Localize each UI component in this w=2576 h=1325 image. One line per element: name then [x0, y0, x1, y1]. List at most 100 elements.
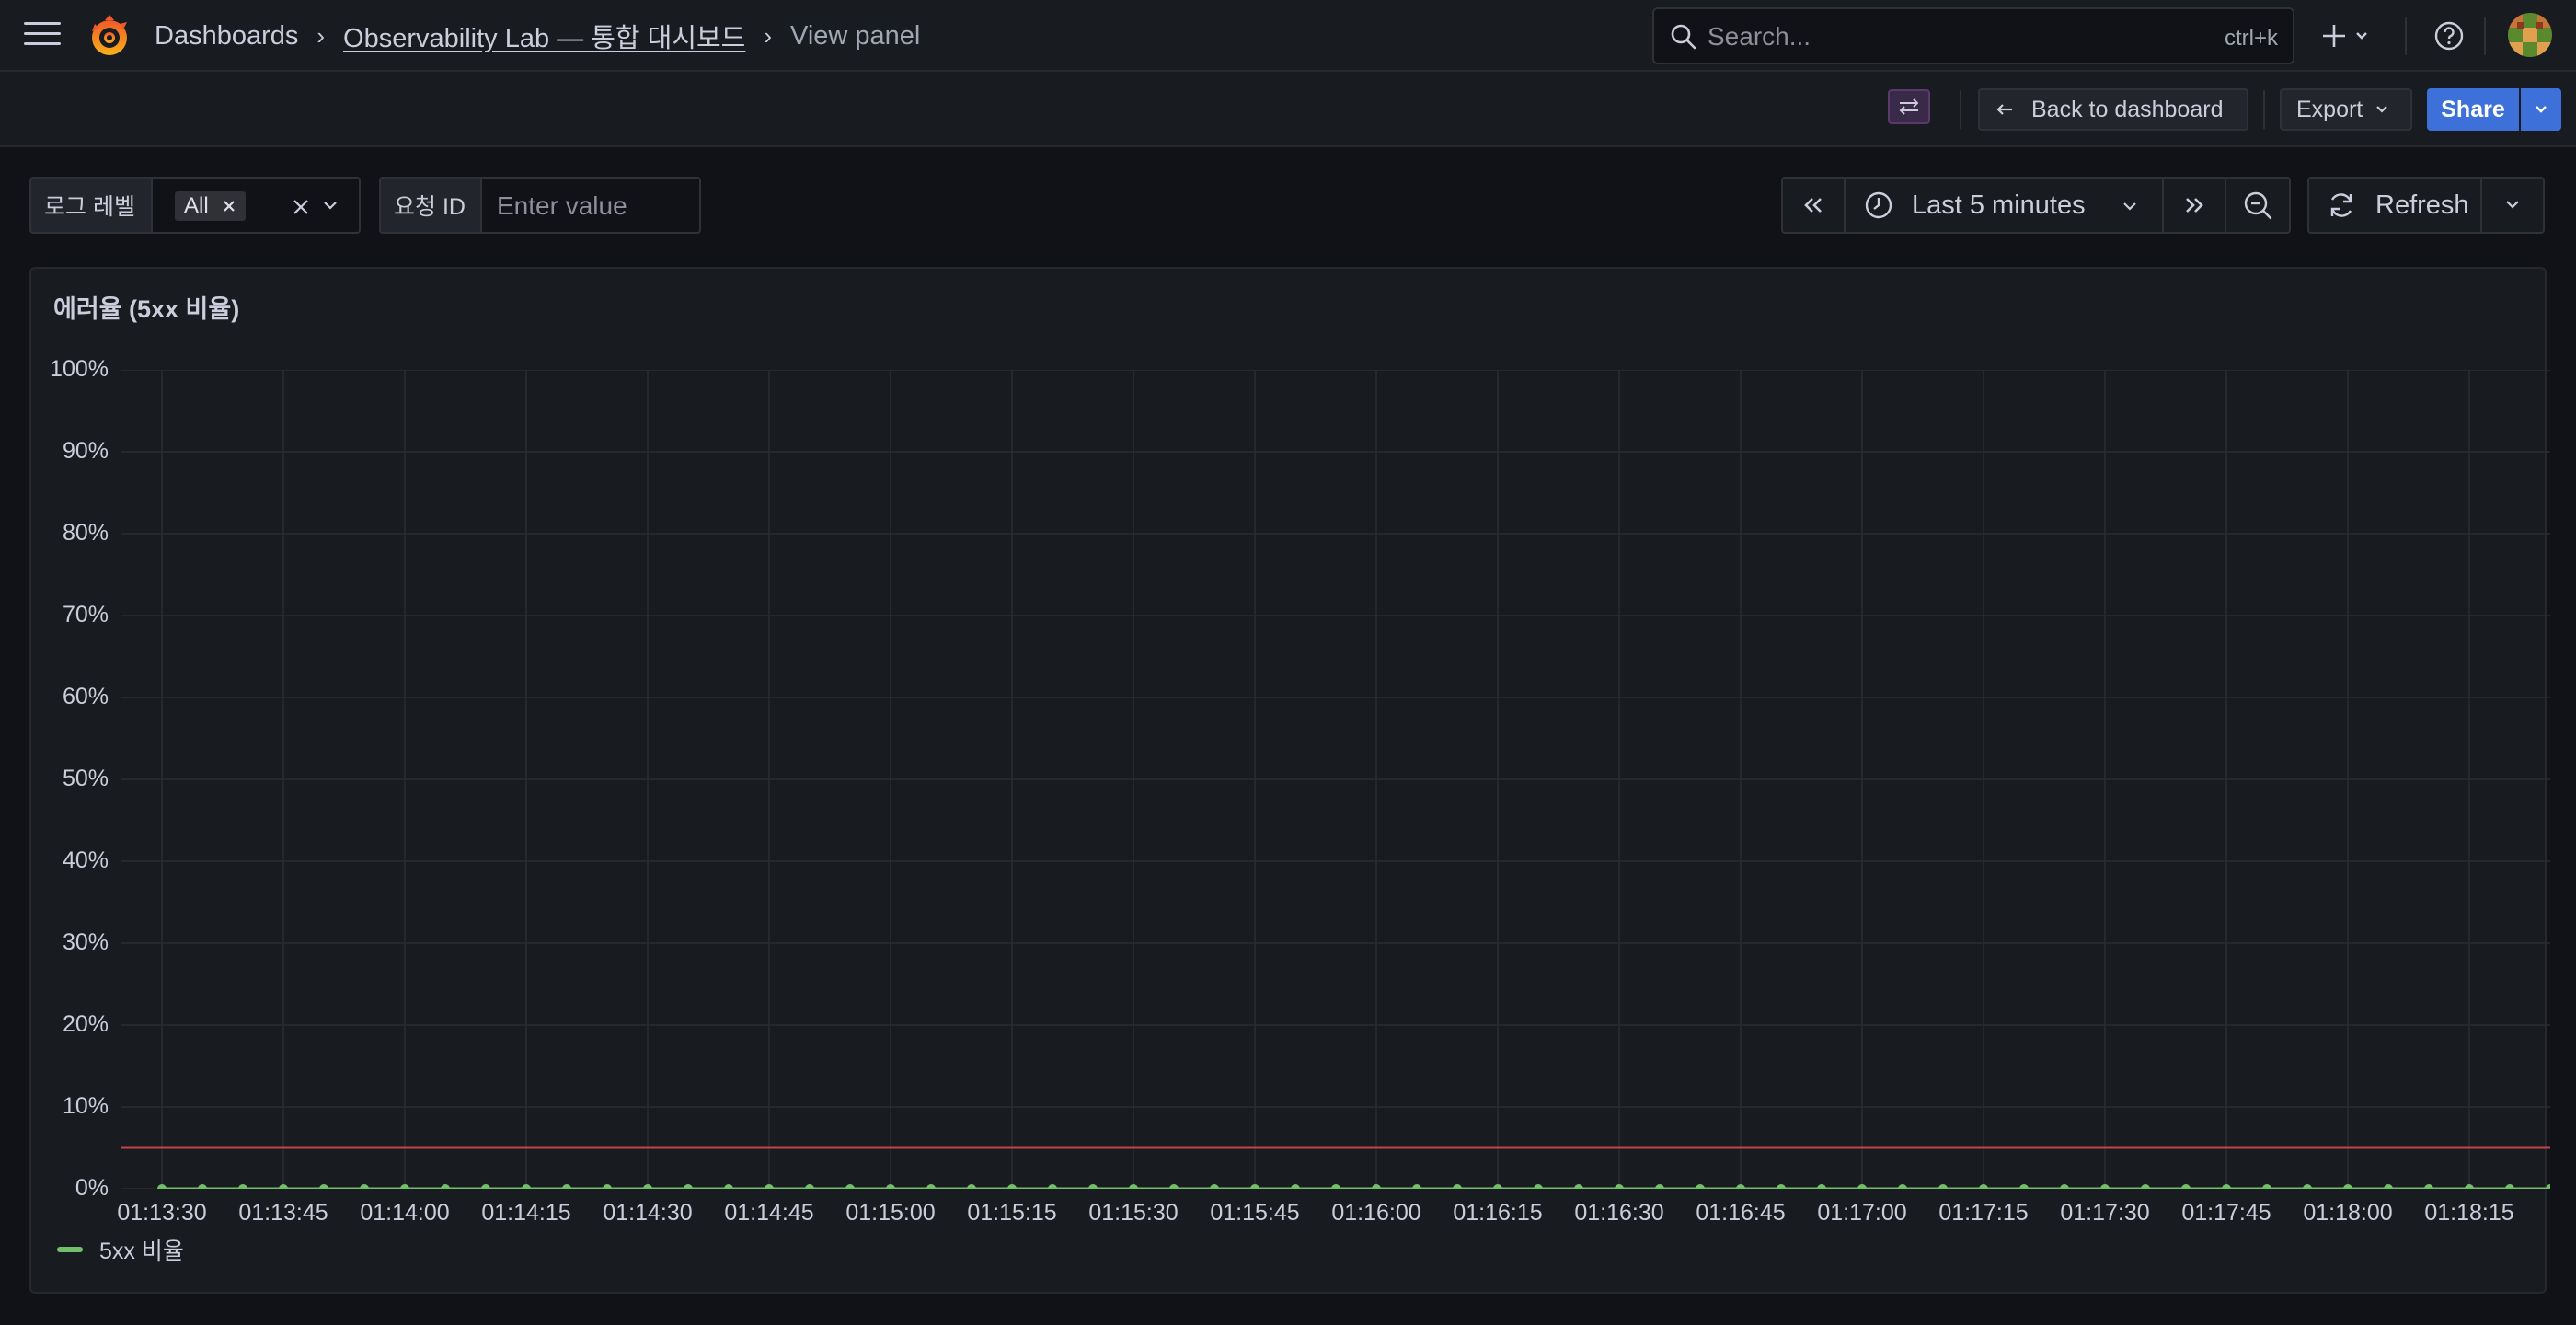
x-tick-label: 01:18:00 — [2303, 1200, 2393, 1226]
chevron-down-icon — [2506, 201, 2519, 209]
x-tick-label: 01:15:45 — [1210, 1200, 1300, 1226]
data-point — [1736, 1184, 1745, 1189]
data-point — [1979, 1184, 1988, 1189]
x-tick-label: 01:15:30 — [1088, 1200, 1179, 1226]
data-point — [2465, 1184, 2474, 1189]
menu-icon[interactable] — [24, 22, 61, 50]
data-point — [2060, 1184, 2069, 1189]
chevron-down-icon — [2123, 202, 2136, 211]
data-point — [1048, 1184, 1057, 1189]
data-point — [319, 1184, 328, 1189]
double-chevron-left-icon — [1804, 198, 1822, 213]
x-tick-label: 01:14:45 — [724, 1200, 814, 1226]
data-point — [1088, 1184, 1098, 1189]
data-point — [400, 1184, 409, 1189]
y-tick-label: 90% — [62, 438, 109, 464]
time-range-label: Last 5 minutes — [1912, 190, 2086, 220]
help-icon[interactable] — [2433, 20, 2465, 52]
data-point — [886, 1184, 895, 1189]
x-tick-label: 01:16:00 — [1331, 1200, 1421, 1226]
request-id-variable-label: 요청 ID — [379, 177, 482, 234]
time-shift-back-button[interactable] — [1781, 177, 1846, 234]
x-tick-label: 01:17:15 — [1938, 1200, 2029, 1226]
remove-value-icon[interactable] — [222, 199, 236, 213]
data-point — [1938, 1184, 1948, 1189]
chevron-down-icon — [2536, 106, 2547, 113]
clear-icon[interactable] — [291, 197, 311, 217]
x-tick-label: 01:15:15 — [967, 1200, 1057, 1226]
data-point — [1007, 1184, 1017, 1189]
data-point — [522, 1184, 531, 1189]
breadcrumb-dashboard-title[interactable]: Observability Lab — 통합 대시보드 — [343, 17, 745, 55]
add-new-icon[interactable] — [2320, 20, 2372, 52]
grafana-logo[interactable] — [86, 13, 132, 59]
search-placeholder: Search... — [1708, 22, 1811, 51]
data-point — [279, 1184, 288, 1189]
back-to-dashboard-button[interactable]: Back to dashboard — [1978, 88, 2248, 131]
export-button[interactable]: Export — [2280, 88, 2412, 131]
data-point — [2100, 1184, 2110, 1189]
data-point — [1817, 1184, 1826, 1189]
data-point — [1655, 1184, 1664, 1189]
legend-series-label[interactable]: 5xx 비율 — [99, 1233, 184, 1266]
x-tick-label: 01:17:00 — [1817, 1200, 1907, 1226]
breadcrumb-separator-icon: › — [316, 21, 326, 50]
data-point — [1574, 1184, 1583, 1189]
time-range-picker[interactable]: Last 5 minutes — [1844, 177, 2164, 234]
selected-value-label: All — [184, 193, 209, 218]
y-tick-label: 50% — [62, 766, 109, 791]
log-level-variable-label: 로그 레벨 — [29, 177, 153, 234]
data-point — [1372, 1184, 1381, 1189]
time-shift-forward-button[interactable] — [2162, 177, 2226, 234]
share-options-button[interactable] — [2521, 88, 2561, 131]
legend: 5xx 비율 — [57, 1233, 184, 1266]
y-tick-label: 10% — [62, 1093, 109, 1119]
data-point — [765, 1184, 774, 1189]
data-point — [1777, 1184, 1786, 1189]
data-point — [1210, 1184, 1219, 1189]
data-point — [1493, 1184, 1502, 1189]
refresh-label: Refresh — [2375, 190, 2469, 220]
data-point — [1331, 1184, 1340, 1189]
arrow-left-icon — [1996, 104, 2012, 115]
search-input[interactable]: Search... ctrl+k — [1652, 7, 2294, 64]
chart-plot-area[interactable] — [121, 370, 2550, 1189]
panel-title: 에러율 (5xx 비율) — [53, 295, 240, 323]
data-point — [1453, 1184, 1462, 1189]
x-tick-label: 01:14:15 — [481, 1200, 571, 1226]
data-point — [1898, 1184, 1907, 1189]
data-point — [2505, 1184, 2514, 1189]
log-level-select[interactable]: All — [151, 177, 361, 234]
y-tick-label: 40% — [62, 847, 109, 873]
data-point — [2424, 1184, 2433, 1189]
chevron-down-icon[interactable] — [322, 200, 339, 213]
data-point — [198, 1184, 207, 1189]
x-tick-label: 01:13:45 — [238, 1200, 328, 1226]
panel-toolbar: Back to dashboard Export Share — [0, 72, 2576, 147]
data-point — [2019, 1184, 2029, 1189]
user-avatar[interactable] — [2508, 13, 2552, 57]
back-to-dashboard-label: Back to dashboard — [2031, 96, 2224, 122]
data-point — [562, 1184, 571, 1189]
data-point — [603, 1184, 612, 1189]
x-tick-label: 01:17:45 — [2181, 1200, 2271, 1226]
data-point — [1412, 1184, 1421, 1189]
zoom-out-button[interactable] — [2225, 177, 2291, 234]
divider — [2484, 17, 2486, 55]
swap-icon[interactable] — [1888, 89, 1930, 124]
data-point — [1250, 1184, 1259, 1189]
request-id-input[interactable]: Enter value — [480, 177, 701, 234]
breadcrumb-separator-icon: › — [764, 21, 773, 50]
clock-icon — [1865, 191, 1892, 219]
data-point — [2262, 1184, 2271, 1189]
refresh-button[interactable]: Refresh — [2307, 177, 2482, 234]
data-point — [2546, 1184, 2550, 1189]
x-tick-label: 01:18:15 — [2424, 1200, 2514, 1226]
x-tick-label: 01:14:00 — [360, 1200, 450, 1226]
breadcrumb-dashboards[interactable]: Dashboards — [155, 21, 298, 52]
data-point — [967, 1184, 976, 1189]
share-button[interactable]: Share — [2427, 88, 2519, 131]
y-tick-label: 0% — [75, 1175, 109, 1201]
refresh-interval-dropdown[interactable] — [2480, 177, 2545, 234]
data-point — [1615, 1184, 1624, 1189]
